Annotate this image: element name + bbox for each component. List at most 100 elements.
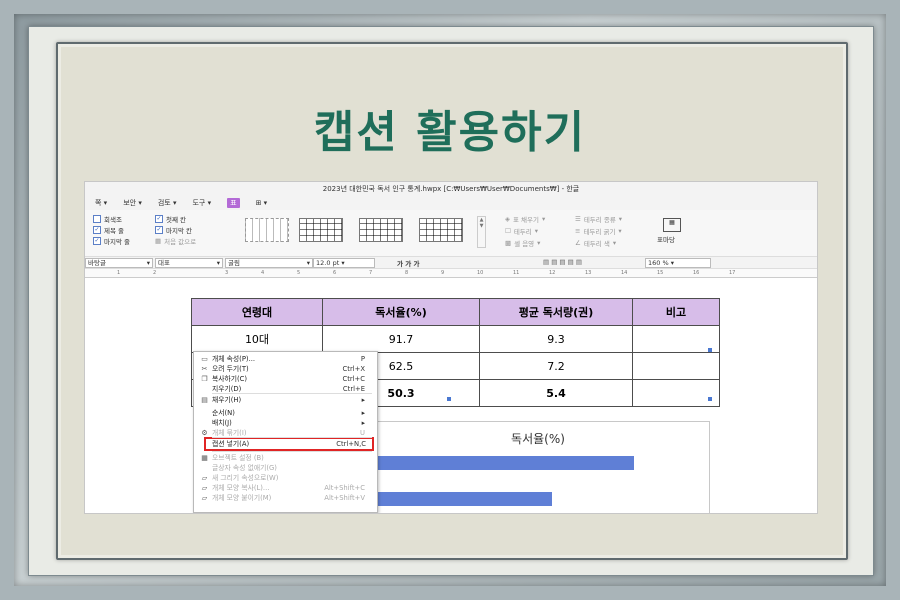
table-cell[interactable] [632, 352, 720, 380]
checkbox-icon [93, 215, 101, 223]
menu-item-shortcut: ▸ [361, 409, 365, 417]
header-row-check[interactable]: ✓ 제목 줄 [93, 225, 124, 235]
menu-item-label: 복사하기(C) [212, 375, 248, 383]
header-cell[interactable]: 비고 [632, 298, 720, 326]
resize-handle[interactable] [708, 397, 712, 401]
text-style-buttons[interactable]: 가 가 가 [397, 258, 419, 268]
cell-shade-button[interactable]: ▩ 셀 음영 ▾ [505, 238, 540, 248]
context-menu-item[interactable]: ▤ 채우기(H) ▸ [194, 395, 377, 405]
reset-style-button[interactable]: ▦ 처음 값으로 [155, 236, 196, 246]
menu-item-page[interactable]: 쪽 ▾ [95, 198, 107, 208]
context-menu-item[interactable]: 배치(J) ▸ [194, 418, 377, 428]
draw-icon: ▱ [201, 474, 208, 482]
lang-select[interactable]: 대표 ▾ [155, 258, 223, 268]
app-screenshot: 2023년 대한민국 독서 인구 통계.hwpx [C:₩Users₩User₩… [84, 181, 818, 514]
object-icon: ▦ [201, 454, 208, 462]
insert-caption-menu-item[interactable]: 캡션 넣기(A) Ctrl+N,C [204, 437, 374, 451]
border-width-icon: ≡ [575, 227, 581, 235]
menu-separator [212, 451, 372, 452]
table-cell[interactable]: 91.7 [322, 325, 480, 353]
chart-title: 독서율(%) [511, 432, 565, 446]
context-menu-item[interactable]: ▦ 오브젝트 설정 (B) [194, 453, 377, 463]
table-fill-button[interactable]: ◈ 표 채우기 ▾ [505, 214, 545, 224]
style-select[interactable]: 바탕글 ▾ [85, 258, 153, 268]
context-menu-item[interactable]: ✂ 오려 두기(T) Ctrl+X [194, 364, 377, 374]
table-cell[interactable]: 5.4 [479, 379, 633, 407]
first-col-check[interactable]: ✓ 첫째 칸 [155, 214, 186, 224]
menu-item-shortcut: ▸ [361, 396, 365, 404]
copy-icon: ❐ [201, 375, 208, 383]
grayscale-check[interactable]: 회색조 [93, 214, 122, 224]
document-page[interactable]: 연령대 독서율(%) 평균 독서량(권) 비고 10대 91.7 9.3 62.… [85, 280, 817, 513]
table-cell[interactable] [632, 379, 720, 407]
context-menu-item[interactable]: 순서(N) ▸ [194, 408, 377, 418]
resize-handle[interactable] [447, 397, 451, 401]
shape-paste-icon: ▱ [201, 494, 208, 502]
cut-icon: ✂ [201, 365, 208, 373]
context-menu-item[interactable]: ▱ 개체 모양 복사(L)... Alt+Shift+C [194, 483, 377, 493]
fill-icon: ▤ [201, 396, 208, 404]
menu-item-label: 개체 모양 붙이기(M) [212, 494, 272, 502]
header-cell[interactable]: 독서율(%) [322, 298, 480, 326]
menu-item-tools[interactable]: 도구 ▾ [192, 198, 211, 208]
properties-icon: ▭ [201, 355, 208, 363]
table-style-none-icon[interactable] [245, 218, 289, 242]
table-row: 10대 91.7 9.3 [191, 325, 720, 353]
check-icon: ✓ [93, 226, 101, 234]
context-menu-item[interactable]: ▭ 개체 속성(P)... P [194, 354, 377, 364]
menu-item-label: 글상자 속성 없애기(G) [212, 464, 277, 472]
context-menu-item[interactable]: ▱ 새 그리기 속성으로(W) [194, 473, 377, 483]
table-style-3-icon[interactable] [419, 218, 463, 242]
header-cell[interactable]: 평균 독서량(권) [479, 298, 633, 326]
menu-item-label: 순서(N) [212, 409, 235, 417]
table-cell[interactable]: 9.3 [479, 325, 633, 353]
menu-bar: 쪽 ▾ 보안 ▾ 검토 ▾ 도구 ▾ 표 ⊞ ▾ [85, 196, 817, 210]
table-header-row: 연령대 독서율(%) 평균 독서량(권) 비고 [191, 298, 720, 326]
border-button[interactable]: ☐ 테두리 ▾ [505, 226, 538, 236]
context-menu-item[interactable]: ❐ 복사하기(C) Ctrl+C [194, 374, 377, 384]
table-style-1-icon[interactable] [299, 218, 343, 242]
window-title: 2023년 대한민국 독서 인구 통계.hwpx [C:₩Users₩User₩… [85, 182, 817, 196]
border-width-button[interactable]: ≡ 테두리 굵기 ▾ [575, 226, 622, 236]
chart-bar [377, 456, 634, 470]
ribbon: 회색조 ✓ 제목 줄 ✓ 마지막 줄 ✓ 첫째 칸 ✓ 마지막 칸 ▦ 처음 값으로 ▲ ▼… [85, 210, 817, 257]
border-color-button[interactable]: ∠ 테두리 색 ▾ [575, 238, 616, 248]
menu-item-security[interactable]: 보안 ▾ [123, 198, 142, 208]
resize-handle[interactable] [708, 348, 712, 352]
style-scroll[interactable]: ▲ ▼ [477, 216, 486, 248]
table-tab-icon[interactable]: 표 [227, 198, 240, 208]
table-props-icon: ▦ [663, 218, 681, 232]
context-menu-item[interactable]: ▱ 개체 모양 붙이기(M) Alt+Shift+V [194, 493, 377, 503]
table-props-button[interactable]: 표마당 [657, 234, 675, 244]
bar-chart[interactable]: 독서율(%) [366, 421, 710, 513]
menu-item-label: 개체 속성(P)... [212, 355, 256, 363]
table-layout-icon[interactable]: ⊞ ▾ [256, 199, 268, 207]
format-bar: 바탕글 ▾ 대표 ▾ 굴림 ▾ 12.0 pt ▾ 가 가 가 ▤ ▤ ▤ ▤ ▤ 1… [85, 257, 817, 269]
menu-item-label: 캡션 넣기(A) [212, 440, 250, 448]
shape-copy-icon: ▱ [201, 484, 208, 492]
menu-separator [212, 393, 372, 394]
chart-bar [377, 492, 552, 506]
menu-item-shortcut: P [360, 355, 365, 363]
table-cell[interactable]: 7.2 [479, 352, 633, 380]
menu-item-shortcut: Ctrl+N,C [336, 440, 366, 448]
font-size-input[interactable]: 12.0 pt ▾ [313, 258, 375, 268]
last-col-check[interactable]: ✓ 마지막 칸 [155, 225, 192, 235]
align-buttons[interactable]: ▤ ▤ ▤ ▤ ▤ [543, 258, 582, 266]
menu-separator [212, 437, 372, 438]
menu-item-label: 새 그리기 속성으로(W) [212, 474, 279, 482]
border-type-button[interactable]: ☰ 테두리 종류 ▾ [575, 214, 622, 224]
table-cell[interactable] [632, 325, 720, 353]
ruler: 1 2 3 4 5 6 7 8 9 10 11 12 13 14 15 16 1… [85, 269, 817, 278]
table-cell[interactable]: 10대 [191, 325, 323, 353]
table-style-2-icon[interactable] [359, 218, 403, 242]
menu-item-shortcut: Ctrl+C [342, 375, 365, 383]
zoom-input[interactable]: 160 % ▾ [645, 258, 711, 268]
font-select[interactable]: 굴림 ▾ [225, 258, 313, 268]
menu-item-review[interactable]: 검토 ▾ [158, 198, 177, 208]
menu-item-label: 오려 두기(T) [212, 365, 249, 373]
last-row-check[interactable]: ✓ 마지막 줄 [93, 236, 130, 246]
header-cell[interactable]: 연령대 [191, 298, 323, 326]
fill-icon: ◈ [505, 215, 510, 223]
context-menu-item[interactable]: 글상자 속성 없애기(G) [194, 463, 377, 473]
